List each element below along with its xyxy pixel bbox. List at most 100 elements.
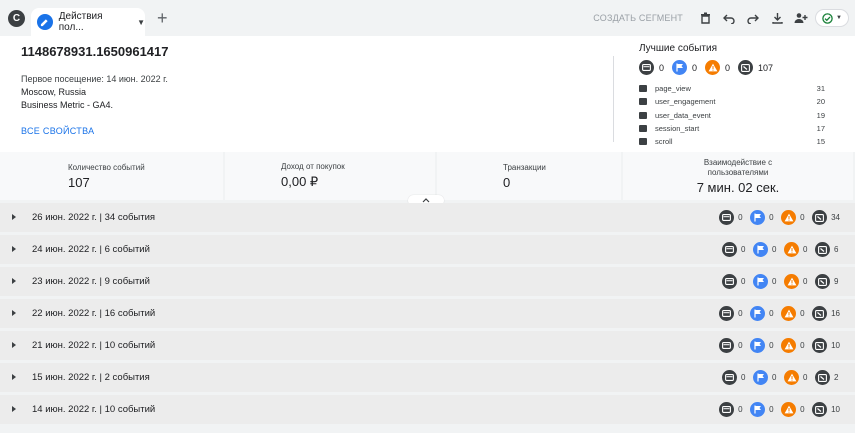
- best-events-counts: 0 0 0 107: [639, 60, 781, 75]
- count-warning: 0: [800, 213, 805, 222]
- event-icon: [815, 242, 830, 257]
- caret-down-icon[interactable]: ▼: [137, 18, 145, 27]
- day-title: 22 июн. 2022 г. | 16 событий: [32, 308, 156, 319]
- day-counts: 0 0 0 6: [722, 242, 840, 257]
- list-item: user_data_event 19: [639, 109, 825, 122]
- count-event: 2: [834, 373, 839, 382]
- metric-purchase-revenue: Доход от покупок 0,00 ₽: [225, 152, 435, 200]
- create-segment-button[interactable]: СОЗДАТЬ СЕГМЕНТ: [593, 13, 683, 23]
- count-screen: 0: [738, 309, 743, 318]
- count-warning: 0: [803, 373, 808, 382]
- toolbar: СОЗДАТЬ СЕГМЕНТ ▼: [593, 9, 849, 27]
- warning-icon: [705, 60, 721, 75]
- add-tab-button[interactable]: +: [157, 9, 168, 27]
- count-flag: 0: [769, 341, 774, 350]
- screen-icon: [722, 370, 737, 385]
- expand-arrow-icon[interactable]: [12, 406, 16, 412]
- count-flag: 0: [692, 62, 698, 73]
- count-flag: 0: [769, 405, 774, 414]
- expand-arrow-icon[interactable]: [12, 278, 16, 284]
- day-title: 24 июн. 2022 г. | 6 событий: [32, 244, 150, 255]
- day-title: 26 июн. 2022 г. | 34 события: [32, 212, 156, 223]
- count-event: 10: [831, 341, 840, 350]
- tab-user-actions[interactable]: Действия пол... ▼: [31, 8, 145, 36]
- expand-arrow-icon[interactable]: [12, 374, 16, 380]
- flag-icon: [750, 210, 766, 225]
- day-counts: 0 0 0 2: [722, 370, 840, 385]
- list-item: scroll 15: [639, 135, 825, 148]
- day-title: 23 июн. 2022 г. | 9 событий: [32, 276, 150, 287]
- event-icon: [639, 125, 647, 133]
- day-counts: 0 0 0 9: [722, 274, 840, 289]
- day-row[interactable]: 15 июн. 2022 г. | 2 события 0 0 0 2: [0, 363, 855, 392]
- screen-icon: [639, 60, 654, 75]
- count-flag: 0: [772, 373, 777, 382]
- best-events-list: page_view 31 user_engagement 20 user_data_…: [639, 82, 825, 148]
- expand-arrow-icon[interactable]: [12, 342, 16, 348]
- status-check-button[interactable]: ▼: [815, 9, 849, 27]
- share-users-icon[interactable]: [791, 9, 811, 27]
- count-warning: 0: [800, 405, 805, 414]
- day-counts: 0 0 0 34: [719, 210, 840, 225]
- first-visit: Первое посещение: 14 июн. 2022 г.: [21, 74, 168, 84]
- list-item: session_start 17: [639, 122, 825, 135]
- segment-badge[interactable]: C: [8, 9, 25, 27]
- expand-arrow-icon[interactable]: [12, 214, 16, 220]
- redo-icon[interactable]: [743, 9, 763, 27]
- day-row[interactable]: 22 июн. 2022 г. | 16 событий 0 0 0 16: [0, 299, 855, 328]
- flag-icon: [753, 242, 768, 257]
- day-row[interactable]: 24 июн. 2022 г. | 6 событий 0 0 0 6: [0, 235, 855, 264]
- expand-arrow-icon[interactable]: [12, 246, 16, 252]
- warning-icon: [781, 210, 797, 225]
- pencil-icon: [37, 14, 53, 30]
- divider: [613, 56, 614, 142]
- delete-icon[interactable]: [695, 9, 715, 27]
- event-icon: [639, 85, 647, 93]
- day-row[interactable]: 14 июн. 2022 г. | 10 событий 0 0 0 10: [0, 395, 855, 424]
- list-item: user_engagement 20: [639, 95, 825, 108]
- property-name: Business Metric - GA4.: [21, 100, 114, 110]
- count-flag: 0: [772, 245, 777, 254]
- event-icon: [812, 338, 828, 353]
- undo-icon[interactable]: [719, 9, 739, 27]
- event-icon: [639, 98, 647, 106]
- day-title: 21 июн. 2022 г. | 10 событий: [32, 340, 156, 351]
- count-event: 9: [834, 277, 839, 286]
- count-screen: 0: [738, 405, 743, 414]
- day-row[interactable]: 21 июн. 2022 г. | 10 событий 0 0 0 10: [0, 331, 855, 360]
- metric-engagement: Взаимодействие с пользователями 7 мин. 0…: [623, 152, 853, 200]
- count-flag: 0: [772, 277, 777, 286]
- count-event: 6: [834, 245, 839, 254]
- warning-icon: [781, 306, 797, 321]
- warning-icon: [781, 402, 797, 417]
- metric-transactions: Транзакции 0: [437, 152, 621, 200]
- event-icon: [812, 210, 828, 225]
- screen-icon: [722, 274, 737, 289]
- count-screen: 0: [741, 277, 746, 286]
- count-screen: 0: [738, 341, 743, 350]
- warning-icon: [784, 242, 799, 257]
- user-panel: 1148678931.1650961417 Первое посещение: …: [0, 36, 855, 152]
- screen-icon: [722, 242, 737, 257]
- screen-icon: [719, 338, 735, 353]
- chevron-down-icon: ▼: [836, 15, 842, 21]
- count-warning: 0: [803, 277, 808, 286]
- user-info: Первое посещение: 14 июн. 2022 г. Moscow…: [21, 73, 168, 112]
- day-row[interactable]: 23 июн. 2022 г. | 9 событий 0 0 0 9: [0, 267, 855, 296]
- expand-arrow-icon[interactable]: [12, 310, 16, 316]
- warning-icon: [784, 370, 799, 385]
- day-row[interactable]: 26 июн. 2022 г. | 34 события 0 0 0 34: [0, 203, 855, 232]
- count-screen: 0: [741, 245, 746, 254]
- all-properties-link[interactable]: ВСЕ СВОЙСТВА: [21, 126, 94, 136]
- day-title: 15 июн. 2022 г. | 2 события: [32, 372, 150, 383]
- event-icon: [639, 138, 647, 146]
- day-title: 14 июн. 2022 г. | 10 событий: [32, 404, 156, 415]
- screen-icon: [719, 306, 735, 321]
- event-icon: [815, 370, 830, 385]
- count-screen: 0: [741, 373, 746, 382]
- flag-icon: [750, 306, 766, 321]
- count-warning: 0: [803, 245, 808, 254]
- download-icon[interactable]: [767, 9, 787, 27]
- flag-icon: [750, 402, 766, 417]
- user-id: 1148678931.1650961417: [21, 44, 169, 59]
